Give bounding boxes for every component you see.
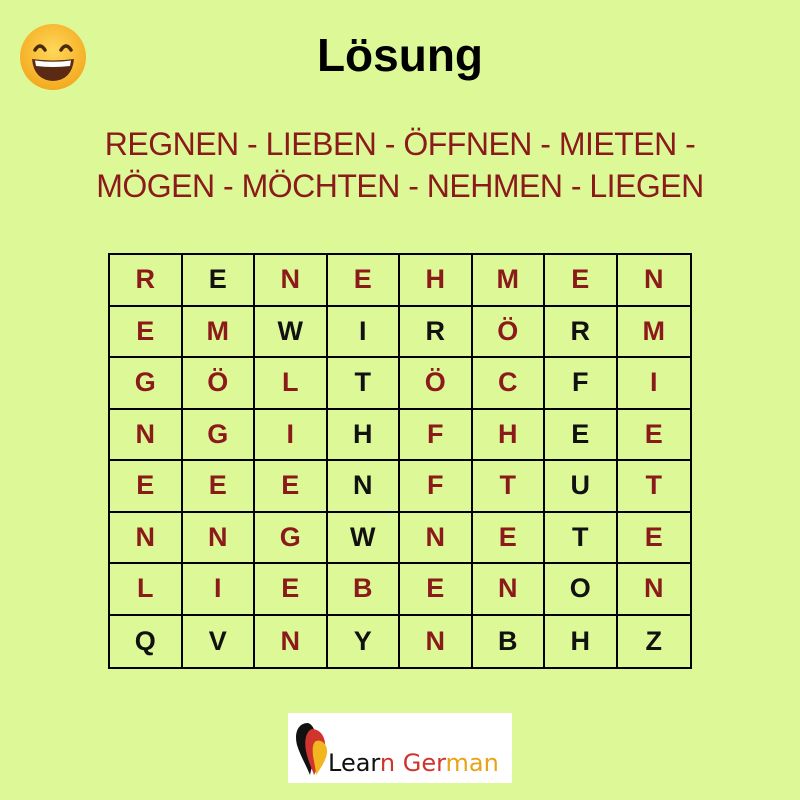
grid-cell: H xyxy=(545,615,618,667)
grid-cell: R xyxy=(545,306,618,358)
grid-cell: Q xyxy=(110,615,183,667)
grid-cell: Ö xyxy=(400,358,473,410)
logo-text: Learn German xyxy=(328,749,499,777)
grid-cell: E xyxy=(182,461,255,513)
grid-cell: M xyxy=(617,307,690,358)
grid-cell: G xyxy=(182,409,255,461)
grid-cell: W xyxy=(327,512,400,564)
grid-cell: N xyxy=(255,255,328,307)
grid-cell: Y xyxy=(328,615,400,667)
grid-cell: N xyxy=(617,564,690,616)
grid-cell: L xyxy=(110,564,183,616)
grid-cell: N xyxy=(400,512,473,564)
grid-cell: N xyxy=(110,409,183,461)
grid-cell: T xyxy=(617,461,690,513)
grid-cell: O xyxy=(545,564,618,616)
grid-cell: G xyxy=(110,358,183,410)
grid-cell: T xyxy=(327,358,400,410)
grid-cell: E xyxy=(255,461,328,513)
grid-cell: R xyxy=(110,255,183,307)
page-title: Lösung xyxy=(316,29,484,81)
learn-german-logo: Learn German xyxy=(288,713,512,783)
grid-cell: H xyxy=(400,255,473,307)
grid-cell: E xyxy=(110,306,183,358)
german-flag-heart-icon xyxy=(296,723,328,775)
grid-cell: E xyxy=(545,255,618,307)
grid-cell: Ö xyxy=(182,358,255,410)
word-search-grid: RENEHMENEMWIRÖRMGÖLTÖCFINGIHFHEEEEENFTUT… xyxy=(108,253,692,669)
grid-cell: F xyxy=(400,409,473,461)
grid-cell: E xyxy=(182,255,255,307)
grid-cell: H xyxy=(327,409,400,461)
grid-cell: M xyxy=(182,306,255,358)
word-list-line-1: REGNEN - LIEBEN - ÖFFNEN - MIETEN - xyxy=(104,126,696,162)
grid-cell: T xyxy=(472,461,545,513)
grid-cell: F xyxy=(545,358,618,410)
grid-cell: Z xyxy=(645,625,663,656)
grid-cell: C xyxy=(472,358,545,410)
grid-cell: Ö xyxy=(472,306,545,358)
grid-cell: E xyxy=(110,461,183,513)
grid-cell: U xyxy=(545,461,618,513)
grid-cell: W xyxy=(255,306,328,358)
grid-cell: E xyxy=(617,513,690,564)
grid-cell: N xyxy=(110,512,183,564)
grid-cell: L xyxy=(255,358,328,410)
grid-cell: E xyxy=(255,564,328,616)
grid-cell: I xyxy=(182,564,255,616)
grid-cell: I xyxy=(617,358,690,410)
grid-cell: N xyxy=(472,564,545,616)
grid-cell: H xyxy=(472,409,545,461)
grid-cell: I xyxy=(255,409,328,461)
grid-cell: N xyxy=(617,255,690,307)
grid-cell: B xyxy=(473,615,545,667)
word-list-line-2: MÖGEN - MÖCHTEN - NEHMEN - LIEGEN xyxy=(96,168,704,204)
grid-cell: N xyxy=(255,615,328,667)
grid-cell: F xyxy=(400,461,473,513)
grid-cell: N xyxy=(182,512,255,564)
grid-cell: E xyxy=(545,409,618,461)
grid-cell: R xyxy=(400,306,473,358)
grid-cell: E xyxy=(472,512,545,564)
grid-cell: M xyxy=(472,255,545,307)
grid-cell: N xyxy=(327,461,400,513)
grid-cell: G xyxy=(255,512,328,564)
word-list: REGNEN - LIEBEN - ÖFFNEN - MIETEN - MÖGE… xyxy=(0,123,800,207)
grid-cell: B xyxy=(327,564,400,616)
grid-cell: E xyxy=(400,564,473,616)
grid-cell: T xyxy=(545,512,618,564)
grid-cell: I xyxy=(327,306,400,358)
grid-cell: N xyxy=(400,615,473,667)
grid-cell: E xyxy=(617,410,690,461)
grid-cell: E xyxy=(327,255,400,307)
grid-cell: V xyxy=(183,615,255,667)
